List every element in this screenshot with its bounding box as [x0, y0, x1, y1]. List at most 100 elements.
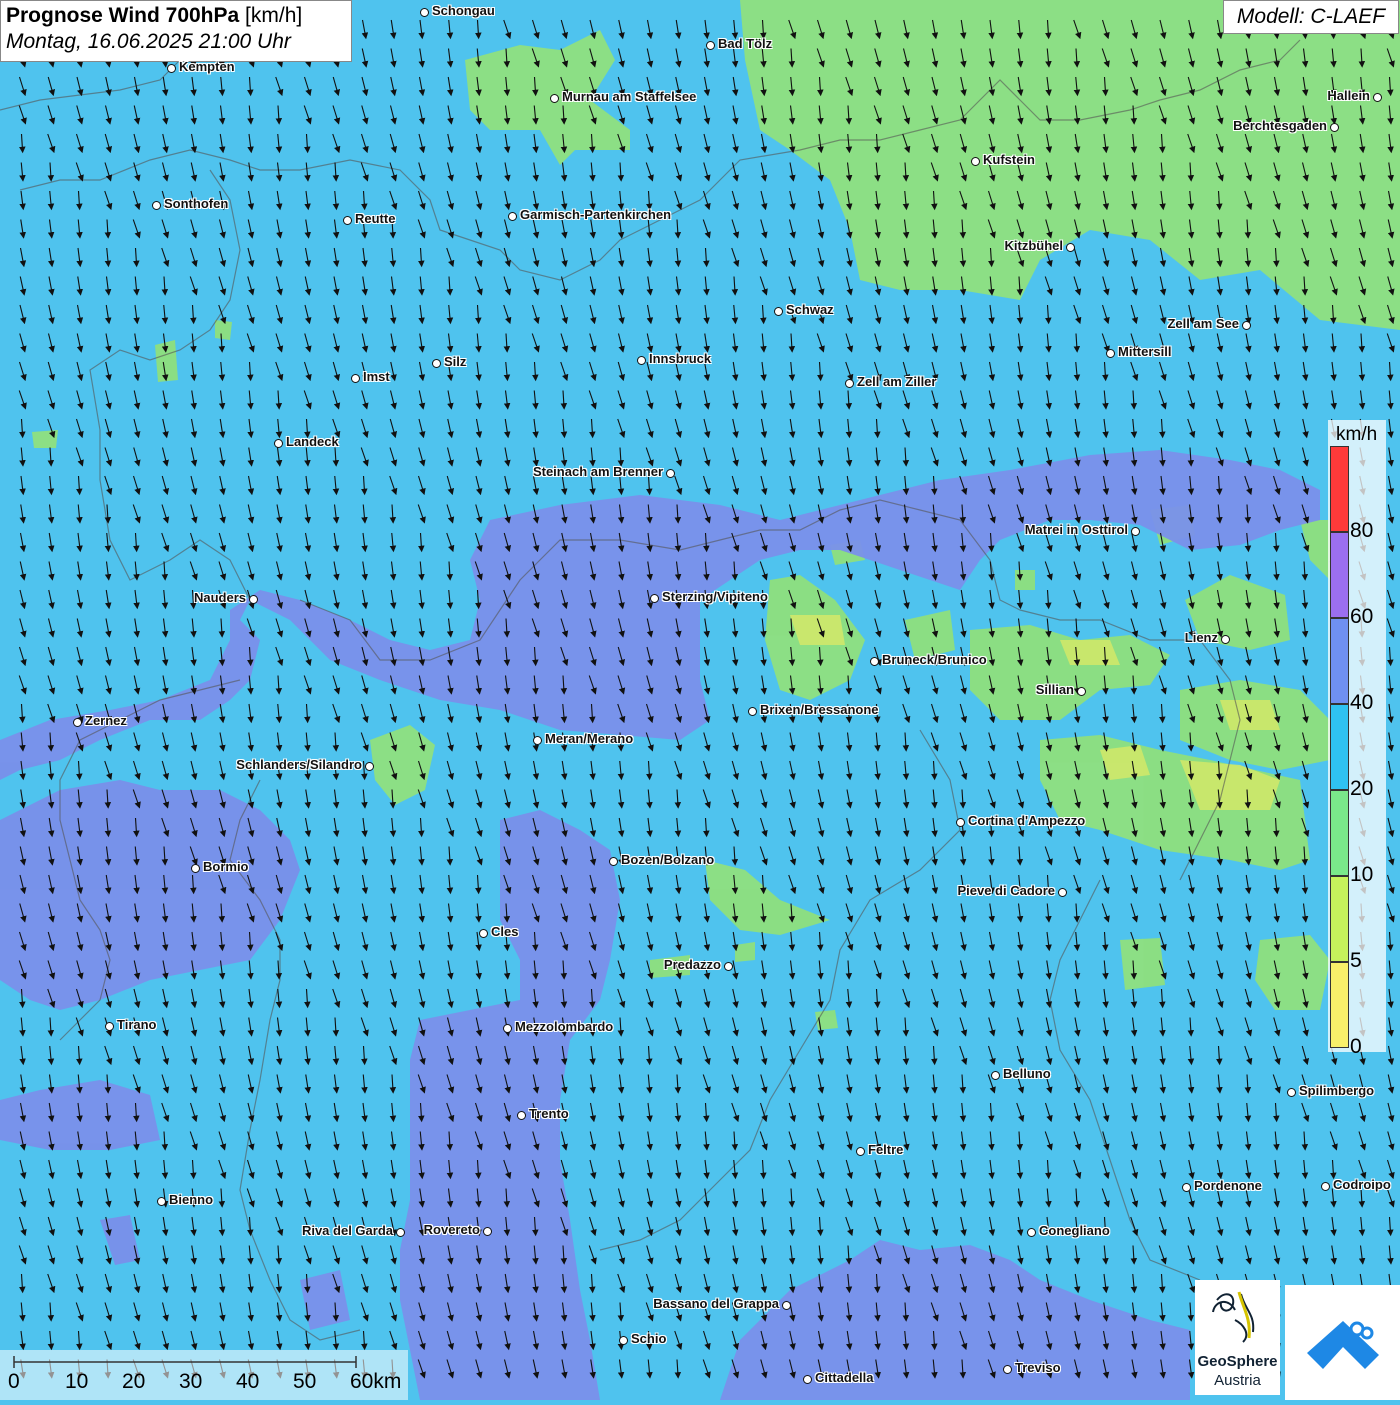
- city-label: Sterzing/Vipiteno: [662, 589, 768, 604]
- city-label: Schongau: [432, 3, 495, 18]
- city-label: Berchtesgaden: [1233, 118, 1327, 133]
- city-label: Bad Tölz: [718, 36, 773, 51]
- city-marker: [609, 857, 618, 866]
- app-logo-icon: [1307, 1321, 1379, 1369]
- city-label: Treviso: [1015, 1360, 1061, 1375]
- city-marker: [803, 1375, 812, 1384]
- city-marker: [666, 469, 675, 478]
- city-label: Cortina d'Ampezzo: [968, 813, 1086, 828]
- city-marker: [396, 1228, 405, 1237]
- city-marker: [1182, 1183, 1191, 1192]
- city-label: Cittadella: [815, 1370, 874, 1385]
- city-marker: [774, 307, 783, 316]
- city-label: Bienno: [169, 1192, 214, 1207]
- city-marker: [1058, 888, 1067, 897]
- city-marker: [856, 1147, 865, 1156]
- city-marker: [1106, 349, 1115, 358]
- city-marker: [274, 439, 283, 448]
- scale-label: 20: [122, 1370, 146, 1393]
- city-marker: [479, 929, 488, 938]
- city-marker: [1131, 527, 1140, 536]
- city-label: Zernez: [85, 713, 127, 728]
- city-marker: [483, 1227, 492, 1236]
- city-marker: [1066, 243, 1075, 252]
- city-marker: [706, 41, 715, 50]
- map-unit: [km/h]: [245, 4, 303, 27]
- city-marker: [351, 374, 360, 383]
- city-label: Feltre: [868, 1142, 904, 1157]
- city-label: Rovereto: [423, 1222, 480, 1237]
- city-marker: [167, 64, 176, 73]
- city-marker: [1027, 1228, 1036, 1237]
- city-label: Schio: [631, 1331, 667, 1346]
- city-marker: [724, 962, 733, 971]
- city-label: Murnau am Staffelsee: [562, 89, 697, 104]
- city-marker: [870, 657, 879, 666]
- legend-unit: km/h: [1336, 424, 1378, 445]
- city-label: Lienz: [1184, 630, 1218, 645]
- legend-tick-label: 20: [1350, 777, 1374, 800]
- title-line: Prognose Wind 700hPa [km/h]: [6, 4, 346, 28]
- city-label: Reutte: [355, 211, 396, 226]
- city-label: Meran/Merano: [545, 731, 634, 746]
- city-label: Kitzbühel: [1004, 238, 1064, 253]
- legend-tick-label: 80: [1350, 519, 1374, 542]
- city-label: Schwaz: [786, 302, 834, 317]
- city-label: Imst: [363, 369, 390, 384]
- geosphere-logo[interactable]: GeoSphere Austria: [1195, 1280, 1280, 1395]
- city-label: Sonthofen: [164, 196, 229, 211]
- scale-label: 50: [293, 1370, 317, 1393]
- title-box: Prognose Wind 700hPa [km/h] Montag, 16.0…: [0, 0, 352, 62]
- city-label: Spilimbergo: [1299, 1083, 1375, 1098]
- model-label: Modell: C-LAEF: [1223, 0, 1399, 34]
- legend-tick-label: 5: [1350, 949, 1362, 972]
- legend-band: [1330, 790, 1349, 876]
- city-label: Tirano: [117, 1017, 157, 1032]
- scale-label: 30: [179, 1370, 203, 1393]
- scale-label: 0: [8, 1370, 20, 1393]
- city-marker: [991, 1071, 1000, 1080]
- city-label: Hallein: [1327, 88, 1370, 103]
- city-label: Bozen/Bolzano: [621, 852, 715, 867]
- city-label: Zell am See: [1167, 316, 1239, 331]
- city-label: Bruneck/Brunico: [882, 652, 987, 667]
- city-marker: [619, 1336, 628, 1345]
- scale-label: 40: [236, 1370, 260, 1393]
- city-label: Schlanders/Silandro: [236, 757, 362, 772]
- city-marker: [1321, 1182, 1330, 1191]
- app-logo[interactable]: [1285, 1285, 1400, 1400]
- city-label: Bassano del Grappa: [653, 1296, 779, 1311]
- city-marker: [105, 1022, 114, 1031]
- city-marker: [1077, 687, 1086, 696]
- city-label: Garmisch-Partenkirchen: [520, 207, 672, 222]
- city-label: Silz: [444, 354, 467, 369]
- legend-band: [1330, 618, 1349, 704]
- city-marker: [533, 736, 542, 745]
- city-marker: [1287, 1088, 1296, 1097]
- city-label: Codroipo: [1333, 1177, 1391, 1192]
- scale-label: 10: [65, 1370, 89, 1393]
- city-label: Riva del Garda: [301, 1223, 393, 1238]
- forecast-datetime: Montag, 16.06.2025 21:00 Uhr: [6, 30, 291, 53]
- city-marker: [782, 1301, 791, 1310]
- geosphere-subname: Austria: [1214, 1372, 1261, 1389]
- city-marker: [748, 707, 757, 716]
- city-label: Matrei in Osttirol: [1024, 522, 1128, 537]
- city-label: Innsbruck: [649, 351, 712, 366]
- city-marker: [73, 718, 82, 727]
- city-marker: [1242, 321, 1251, 330]
- map-title: Prognose Wind 700hPa: [6, 4, 240, 27]
- city-label: Zell am Ziller: [857, 374, 937, 389]
- city-marker: [157, 1197, 166, 1206]
- city-marker: [503, 1024, 512, 1033]
- city-marker: [191, 864, 200, 873]
- city-label: Predazzo: [663, 957, 721, 972]
- geosphere-logo-icon: [1212, 1291, 1255, 1343]
- legend-tick-label: 10: [1350, 863, 1374, 886]
- city-marker: [432, 359, 441, 368]
- city-marker: [845, 379, 854, 388]
- scale-label: 60km: [350, 1370, 402, 1393]
- city-label: Nauders: [193, 590, 246, 605]
- city-marker: [1330, 123, 1339, 132]
- city-marker: [956, 818, 965, 827]
